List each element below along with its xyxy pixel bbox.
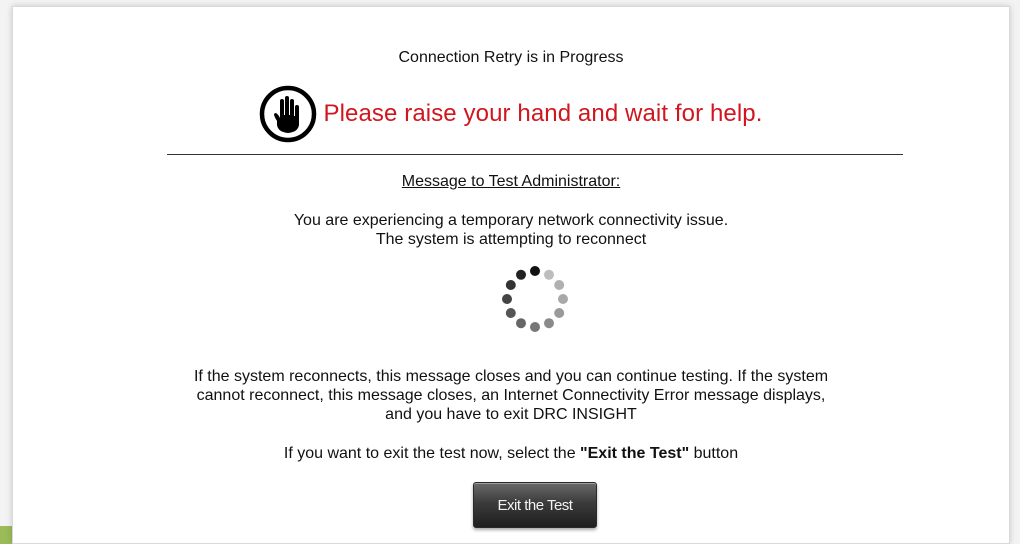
- alert-text: Please raise your hand and wait for help…: [323, 100, 763, 127]
- info-line: cannot reconnect, this message closes, a…: [196, 387, 826, 404]
- connection-retry-dialog: Connection Retry is in Progress Please r…: [12, 6, 1010, 544]
- reconnect-info: If the system reconnects, this message c…: [13, 367, 1009, 424]
- slide-accent-bar: [0, 526, 12, 544]
- info-line: and you have to exit DRC INSIGHT: [385, 406, 637, 423]
- message-line: You are experiencing a temporary network…: [293, 212, 729, 229]
- message-line: The system is attempting to reconnect: [375, 231, 647, 248]
- exit-instruction: If you want to exit the test now, select…: [13, 445, 1009, 463]
- info-line: If the system reconnects, this message c…: [193, 368, 829, 385]
- loading-spinner-icon: [502, 266, 568, 332]
- dialog-title: Connection Retry is in Progress: [398, 49, 624, 66]
- exit-instruction-text: If you want to exit the test now, select…: [283, 445, 581, 462]
- alert-row: Please raise your hand and wait for help…: [13, 85, 1009, 143]
- connectivity-message: You are experiencing a temporary network…: [13, 211, 1009, 249]
- exit-instruction-text-end: button: [689, 445, 739, 462]
- divider: [167, 154, 903, 155]
- exit-instruction-bold: "Exit the Test": [580, 445, 690, 462]
- message-heading: Message to Test Administrator:: [401, 173, 621, 190]
- exit-test-button[interactable]: Exit the Test: [473, 482, 597, 528]
- raised-hand-icon: [260, 85, 317, 143]
- screen: Connection Retry is in Progress Please r…: [0, 0, 1020, 544]
